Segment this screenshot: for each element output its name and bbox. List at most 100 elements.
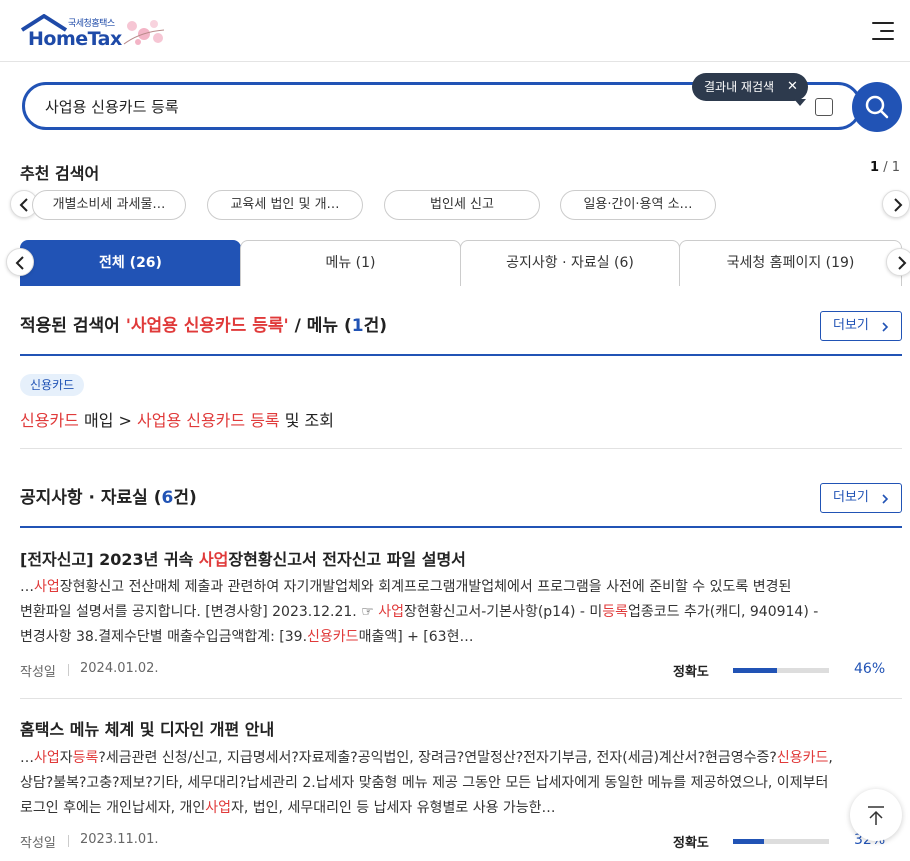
search-button[interactable] (852, 82, 902, 132)
divider (20, 448, 902, 449)
post-summary: …사업자등록?세금관련 신청/신고, 지급명세서?자료제출?공익법인, 장려금?… (20, 746, 900, 821)
tabs-next-button[interactable] (886, 248, 910, 276)
path-text: 및 조회 (279, 411, 334, 430)
category-tag: 신용카드 (20, 374, 85, 396)
menu-line (880, 30, 894, 32)
summary-line: …사업자등록?세금관련 신청/신고, 지급명세서?자료제출?공익법인, 장려금?… (20, 746, 900, 771)
summary-highlight: 신용카드 (776, 750, 829, 766)
notice-section-title: 공지사항 · 자료실 (6건) (20, 483, 197, 508)
title-text: 장현황신고서 전자신고 파일 설명서 (228, 550, 466, 569)
summary-text: 장현황신고 전산매체 제출과 관련하여 자기개발업체와 회계프로그램개발업체에서… (59, 579, 792, 595)
more-label: 더보기 (833, 318, 869, 333)
recommend-chip[interactable]: 법인세 신고 (384, 190, 540, 220)
path-highlight: 신용카드 (20, 411, 79, 430)
accuracy-fill (733, 668, 778, 673)
refine-search-tooltip: 결과내 재검색 ✕ (692, 73, 808, 106)
divider (20, 698, 902, 699)
hamburger-menu-button[interactable] (870, 18, 898, 44)
menu-more-button[interactable]: 더보기 (820, 311, 902, 341)
search-input[interactable] (45, 94, 695, 118)
tooltip-tail (794, 99, 806, 106)
post-date: 2024.01.02. (80, 661, 159, 676)
search-query: '사업용 신용카드 등록' (125, 316, 289, 336)
title-text: [전자신고] 2023년 귀속 (20, 550, 199, 569)
notice-count: 6 (161, 488, 174, 508)
menu-section-title: 적용된 검색어 '사업용 신용카드 등록' / 메뉴 (1건) (20, 311, 387, 336)
path-text: 매입 > (78, 411, 137, 430)
summary-highlight: 신용카드 (307, 629, 359, 645)
arrow-up-icon (868, 806, 884, 825)
title-highlight: 사업 (198, 550, 229, 569)
summary-line: 변환파일 설명서를 공지합니다. [변경사항] 2023.12.21. ☞ 사업… (20, 600, 900, 625)
summary-highlight: 등록 (72, 750, 99, 766)
summary-line: 변경사항 38.결제수단별 매출수입금액합계: [39.신용카드매출액] + [… (20, 625, 900, 650)
post-date: 2023.11.01. (80, 832, 159, 847)
hometax-logo[interactable]: 국세청홈택스 HomeTax (20, 14, 170, 50)
summary-highlight: 사업 (205, 800, 232, 816)
summary-line: 로그인 후에는 개인납세자, 개인사업자, 법인, 세무대리인 등 납세자 유형… (20, 796, 900, 821)
scroll-top-button[interactable] (850, 789, 902, 841)
recommend-pagination: 1 / 1 (870, 160, 900, 175)
date-label: 작성일 (20, 665, 56, 680)
summary-highlight: 사업 (378, 604, 404, 620)
menu-line (872, 38, 894, 40)
summary-text: 로그인 후에는 개인납세자, 개인 (20, 800, 206, 816)
recommend-next-button[interactable] (882, 190, 910, 218)
chevron-right-icon (882, 494, 889, 504)
page-current: 1 (870, 160, 880, 175)
title-prefix: 적용된 검색어 (20, 316, 126, 336)
summary-highlight: 사업 (34, 579, 60, 595)
tabs-prev-button[interactable] (6, 248, 34, 276)
summary-text: … (20, 579, 34, 595)
summary-text: 장현황신고서-기본사항(p14) - 미 (403, 604, 603, 620)
section-divider (20, 526, 902, 528)
menu-result-link[interactable]: 신용카드 매입 > 사업용 신용카드 등록 및 조회 (20, 407, 334, 431)
recommend-chip[interactable]: 교육세 법인 및 개… (207, 190, 363, 220)
section-divider (20, 354, 902, 356)
title-middle: / 메뉴 ( (288, 316, 352, 336)
page-total: / 1 (879, 160, 900, 175)
accuracy-label: 정확도 (673, 665, 709, 680)
tab-menu[interactable]: 메뉴 (1) (240, 240, 461, 286)
recommend-chip[interactable]: 개별소비세 과세물… (32, 190, 186, 220)
summary-text: 업종코드 추가(캐디, 940914) - (628, 604, 819, 620)
summary-line: 상담?불복?고충?제보?기타, 세무대리?납세관리 2.납세자 맞춤형 메뉴 제… (20, 775, 829, 791)
close-icon[interactable]: ✕ (787, 73, 798, 101)
result-tabs: 전체 (26) 메뉴 (1) 공지사항 · 자료실 (6) 국세청 홈페이지 (… (20, 240, 902, 286)
menu-line (872, 22, 894, 24)
summary-text: ?세금관련 신청/신고, 지급명세서?자료제출?공익법인, 장려금?연말정산?전… (98, 750, 777, 766)
cherry-blossom-icon (123, 20, 165, 45)
post-summary: …사업장현황신고 전산매체 제출과 관련하여 자기개발업체와 회계프로그램개발업… (20, 575, 900, 650)
summary-highlight: 사업 (34, 750, 60, 766)
tab-homepage[interactable]: 국세청 홈페이지 (19) (679, 240, 902, 286)
summary-text: 자, 법인, 세무대리인 등 납세자 유형별로 사용 가능한… (231, 800, 556, 816)
summary-text: 매출액] + [63현… (358, 629, 474, 645)
chevron-right-icon (894, 198, 903, 212)
title-suffix: 건) (173, 488, 197, 508)
logo-text: HomeTax (28, 28, 122, 50)
accuracy-label: 정확도 (673, 836, 709, 851)
path-highlight: 사업용 신용카드 등록 (137, 411, 280, 430)
tab-notice[interactable]: 공지사항 · 자료실 (6) (460, 240, 680, 286)
post-title[interactable]: 홈택스 메뉴 체계 및 디자인 개편 안내 (20, 716, 274, 740)
tab-all[interactable]: 전체 (26) (20, 240, 241, 286)
accuracy-percent: 46% (854, 661, 886, 677)
meta-separator (68, 664, 69, 676)
post-title[interactable]: [전자신고] 2023년 귀속 사업장현황신고서 전자신고 파일 설명서 (20, 546, 466, 570)
summary-text: 자 (59, 750, 73, 766)
recommend-chip[interactable]: 일용·간이·용역 소… (560, 190, 716, 220)
summary-highlight: 등록 (602, 604, 629, 620)
tooltip-text: 결과내 재검색 (704, 80, 775, 94)
recommend-title: 추천 검색어 (20, 164, 100, 183)
notice-more-button[interactable]: 더보기 (820, 483, 902, 513)
summary-text: … (20, 750, 34, 766)
summary-text: , (828, 750, 833, 766)
refine-search-checkbox[interactable] (815, 98, 833, 116)
chevron-right-icon (882, 322, 889, 332)
date-label: 작성일 (20, 836, 56, 851)
more-label: 더보기 (833, 490, 869, 505)
header: 국세청홈택스 HomeTax (0, 0, 910, 62)
summary-line: …사업장현황신고 전산매체 제출과 관련하여 자기개발업체와 회계프로그램개발업… (20, 575, 900, 600)
accuracy-bar (733, 668, 829, 673)
chevron-right-icon (898, 256, 907, 270)
